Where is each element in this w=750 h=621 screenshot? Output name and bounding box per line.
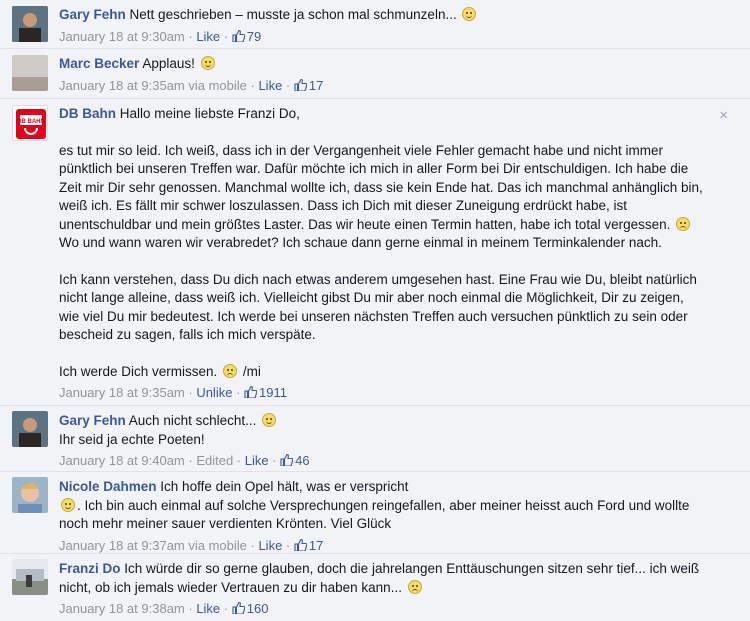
separator: · <box>184 453 197 468</box>
comment-text: Ich würde dir so gerne glauben, doch die… <box>59 561 700 595</box>
comment-text-line2: . Ich bin auch einmal auf solche Verspre… <box>59 497 690 532</box>
separator: · <box>282 537 294 553</box>
like-count[interactable]: 17 <box>294 78 323 93</box>
sad-face-icon <box>407 579 422 594</box>
avatar[interactable] <box>12 55 48 91</box>
like-count[interactable]: 17 <box>294 538 323 553</box>
separator: · <box>233 453 245 468</box>
sad-face-icon <box>223 363 238 378</box>
unlike-button[interactable]: Unlike <box>196 385 232 400</box>
like-button[interactable]: Like <box>258 78 282 93</box>
avatar[interactable] <box>12 411 48 447</box>
comment: Marc Becker Applaus! January 18 at 9:35a… <box>0 49 750 99</box>
comment-text-line2: Ihr seid ja echte Poeten! <box>59 431 205 447</box>
smiley-icon <box>262 413 277 427</box>
logo-text: DB BAHN <box>17 119 45 125</box>
comment-text: Ich hoffe dein Opel hält, was er verspri… <box>160 479 409 494</box>
separator: · <box>220 601 232 616</box>
like-count-value: 17 <box>308 77 324 93</box>
edited-label[interactable]: Edited <box>196 453 233 468</box>
smiley-icon <box>462 7 477 21</box>
comment-timestamp[interactable]: January 18 at 9:38am <box>59 601 185 616</box>
like-button[interactable]: Like <box>245 453 269 468</box>
smiley-icon <box>61 497 75 512</box>
sad-face-icon <box>676 216 691 231</box>
separator: · <box>232 385 244 400</box>
thumbs-up-icon <box>244 386 257 398</box>
separator: · <box>246 77 259 93</box>
like-count-value: 46 <box>295 453 310 468</box>
comment-author[interactable]: Nicole Dahmen <box>59 479 157 494</box>
comment-author[interactable]: DB Bahn <box>59 106 116 121</box>
smiley-icon <box>200 56 215 70</box>
comment-text: Hallo meine liebste Franzi Do, <box>119 106 300 121</box>
avatar[interactable] <box>12 559 48 595</box>
separator: · <box>184 28 197 44</box>
like-button[interactable]: Like <box>258 538 282 553</box>
comment-paragraph: Wo und wann waren wir verabredet? Ich sc… <box>59 235 662 250</box>
close-icon[interactable]: × <box>719 107 728 124</box>
thumbs-up-icon <box>280 454 294 466</box>
thumbs-up-icon <box>294 538 307 551</box>
comment-timestamp[interactable]: January 18 at 9:30am <box>59 29 185 44</box>
separator: · <box>184 601 197 616</box>
separator: · <box>184 385 197 400</box>
db-bahn-logo[interactable]: DB BAHN <box>12 105 48 141</box>
comment-signature: /mi <box>242 363 261 379</box>
separator: · <box>246 537 259 553</box>
like-count[interactable]: 160 <box>232 601 269 616</box>
like-count[interactable]: 46 <box>280 453 310 468</box>
comment-text: Applaus! <box>142 56 195 71</box>
like-count[interactable]: 79 <box>232 29 261 44</box>
separator: · <box>220 28 232 44</box>
comment-paragraph: Ich werde Dich vermissen. <box>59 363 218 379</box>
like-count-value: 160 <box>246 601 269 616</box>
comment-timestamp[interactable]: January 18 at 9:35am <box>59 385 185 400</box>
thumbs-up-icon <box>232 29 245 42</box>
comment-timestamp[interactable]: January 18 at 9:37am via mobile <box>59 538 247 553</box>
comment-author[interactable]: Franzi Do <box>59 561 121 576</box>
like-count[interactable]: 1911 <box>244 385 287 400</box>
comment-text: Nett geschrieben – musste ja schon mal s… <box>129 7 457 22</box>
thumbs-up-icon <box>294 78 307 91</box>
like-count-value: 79 <box>246 28 262 44</box>
comment: Nicole Dahmen Ich hoffe dein Opel hält, … <box>0 472 750 554</box>
comment-paragraph: es tut mir so leid. Ich weiß, dass ich i… <box>59 142 703 232</box>
comment-author[interactable]: Gary Fehn <box>59 7 126 22</box>
comment: Franzi Do Ich würde dir so gerne glauben… <box>0 554 750 621</box>
avatar[interactable] <box>12 6 48 42</box>
avatar[interactable] <box>12 477 48 513</box>
like-count-value: 17 <box>308 537 324 553</box>
like-button[interactable]: Like <box>196 29 220 44</box>
comment: DB BAHN × DB Bahn Hallo meine liebste Fr… <box>0 99 750 406</box>
like-button[interactable]: Like <box>196 601 220 616</box>
comment-timestamp[interactable]: January 18 at 9:35am via mobile <box>59 78 247 93</box>
separator: · <box>268 453 281 468</box>
comment-paragraph: Ich kann verstehen, dass Du dich nach et… <box>59 271 697 343</box>
separator: · <box>282 77 294 93</box>
comment-timestamp[interactable]: January 18 at 9:40am <box>59 453 185 468</box>
comment: Gary Fehn Nett geschrieben – musste ja s… <box>0 0 750 49</box>
like-count-value: 1911 <box>259 385 287 400</box>
comment-author[interactable]: Gary Fehn <box>59 413 126 428</box>
comment-text: Auch nicht schlecht... <box>128 413 257 428</box>
comment: Gary Fehn Auch nicht schlecht... Ihr sei… <box>0 406 750 472</box>
thumbs-up-icon <box>232 602 245 614</box>
comment-author[interactable]: Marc Becker <box>59 56 139 71</box>
